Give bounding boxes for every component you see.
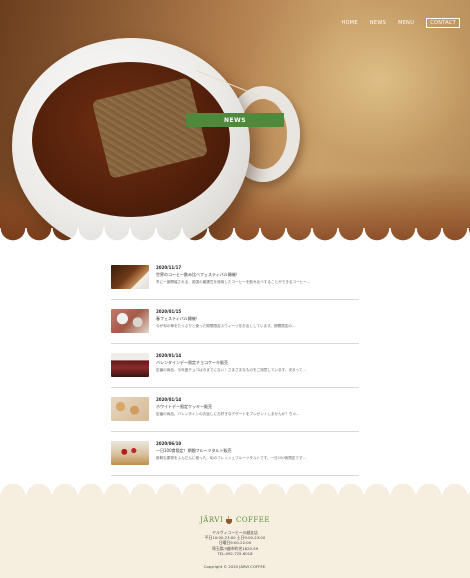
logo-text-left: JÄRVI <box>200 516 224 524</box>
news-thumbnail <box>111 309 149 333</box>
news-body: 2020/06/10 一日100食限定！期間フルーツタルト販売 新鮮な果物をふん… <box>156 441 359 461</box>
news-title[interactable]: バレンタインデー限定チョコケーキ販売 <box>156 360 359 366</box>
nav-menu[interactable]: MENU <box>398 20 414 26</box>
news-excerpt: 新鮮な果物をふんだんに使った、旬のフレッシュフルーツタルトです。一日100食限定… <box>156 456 307 460</box>
news-excerpt: 定番の商品、バレンタインのお返しにお好きなデザートをプレゼントしませんか？ちゃ… <box>156 412 300 416</box>
logo-text-right: COFFEE <box>235 516 270 524</box>
news-thumbnail <box>111 441 149 465</box>
news-excerpt: 今が旬の苺をたっぷりと使った期間限定スウィーツをお出ししています。期間限定の… <box>156 324 296 328</box>
news-title[interactable]: 春フェスティバル開催！ <box>156 316 359 322</box>
news-date: 2020/01/14 <box>156 353 182 358</box>
news-title[interactable]: ホワイトデー限定クッキー販売 <box>156 404 359 410</box>
news-body: 2020/01/14 ホワイトデー限定クッキー販売 定番の商品、バレンタインのお… <box>156 397 359 417</box>
shop-phone: TEL:092-725-6018 <box>217 550 253 556</box>
footer-wave-divider <box>0 484 470 496</box>
news-item[interactable]: 2020/01/14 ホワイトデー限定クッキー販売 定番の商品、バレンタインのお… <box>111 390 359 432</box>
news-body: 2020/11/17 世界のコーヒー飲み比べフェスティバル開催！ 冬に一度開催さ… <box>156 265 359 285</box>
news-thumbnail <box>111 397 149 421</box>
news-list: 2020/11/17 世界のコーヒー飲み比べフェスティバル開催！ 冬に一度開催さ… <box>111 258 359 478</box>
news-date: 2020/11/17 <box>156 265 182 270</box>
news-date: 2020/01/15 <box>156 309 182 314</box>
hero-wave-divider <box>0 228 470 242</box>
news-thumbnail <box>111 353 149 377</box>
page-title: NEWS <box>186 113 284 127</box>
news-date: 2020/01/14 <box>156 397 182 402</box>
news-body: 2020/01/14 バレンタインデー限定チョコケーキ販売 定番の商品、今年度チ… <box>156 353 359 373</box>
coffee-cup-icon <box>225 515 234 525</box>
news-excerpt: 定番の商品、今年度チョコは今までにない！さまざまなものをご用意しています。決まっ… <box>156 368 307 372</box>
news-item[interactable]: 2020/01/15 春フェスティバル開催！ 今が旬の苺をたっぷりと使った期間限… <box>111 302 359 344</box>
news-title[interactable]: 一日100食限定！期間フルーツタルト販売 <box>156 448 359 454</box>
global-nav: HOME NEWS MENU CONTACT <box>342 18 460 28</box>
shop-info: ヤルヴィコーヒー川越支店 平日10:00-23:00 土日9:00-23:00 … <box>0 530 470 556</box>
news-thumbnail <box>111 265 149 289</box>
news-body: 2020/01/15 春フェスティバル開催！ 今が旬の苺をたっぷりと使った期間限… <box>156 309 359 329</box>
copyright: Copyright © 2020 JÄRVI COFFEE. <box>203 564 267 569</box>
news-item[interactable]: 2020/01/14 バレンタインデー限定チョコケーキ販売 定番の商品、今年度チ… <box>111 346 359 388</box>
nav-news[interactable]: NEWS <box>370 20 386 26</box>
news-date: 2020/06/10 <box>156 441 182 446</box>
news-item[interactable]: 2020/06/10 一日100食限定！期間フルーツタルト販売 新鮮な果物をふん… <box>111 434 359 476</box>
news-excerpt: 冬に一度開催される、各国の厳選豆を使用したコーヒーを飲み比べすることができるコー… <box>156 280 311 284</box>
news-item[interactable]: 2020/11/17 世界のコーヒー飲み比べフェスティバル開催！ 冬に一度開催さ… <box>111 258 359 300</box>
footer-logo[interactable]: JÄRVI COFFEE <box>200 514 270 526</box>
nav-contact-button[interactable]: CONTACT <box>426 18 460 28</box>
news-title[interactable]: 世界のコーヒー飲み比べフェスティバル開催！ <box>156 272 359 278</box>
nav-home[interactable]: HOME <box>342 20 358 26</box>
site-footer: JÄRVI COFFEE ヤルヴィコーヒー川越支店 平日10:00-23:00 … <box>0 484 470 578</box>
